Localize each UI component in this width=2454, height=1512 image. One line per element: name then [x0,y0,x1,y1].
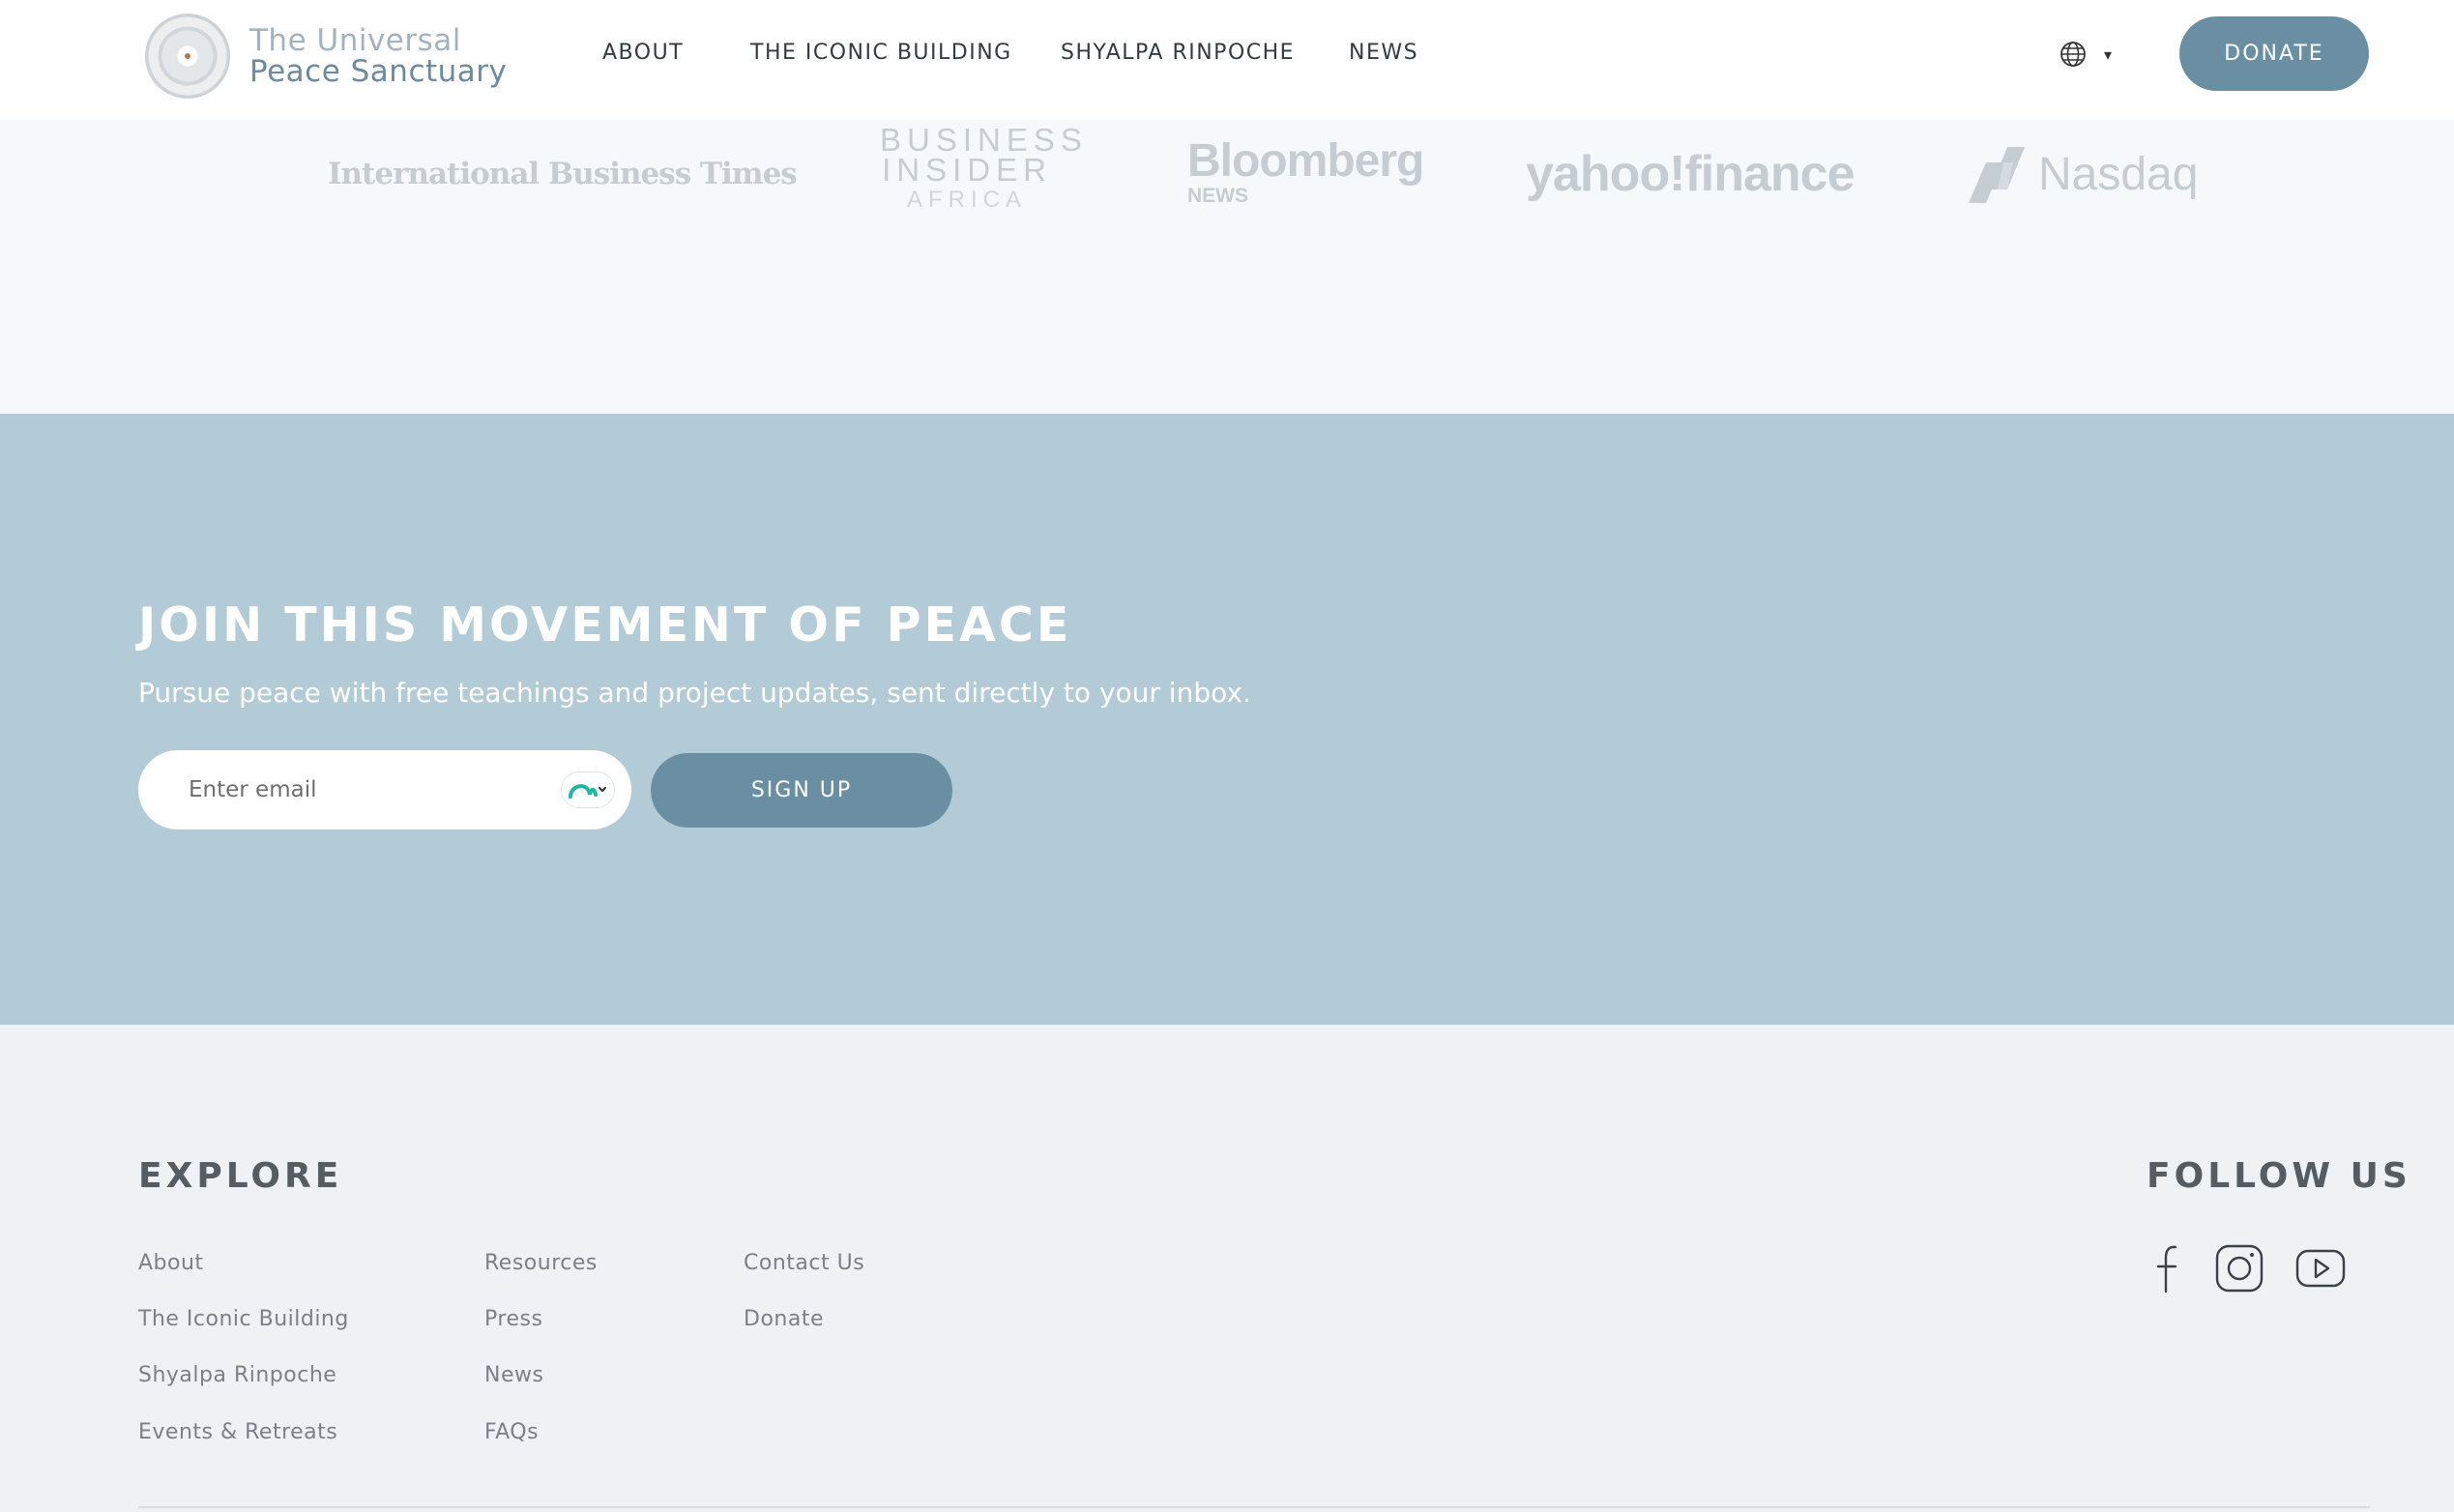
nav-iconic-building[interactable]: THE ICONIC BUILDING [750,41,1012,65]
password-manager-logo-icon [569,784,606,799]
language-selector[interactable]: ▾ [2058,39,2112,70]
nav-about[interactable]: ABOUT [602,41,684,65]
footer-link-about[interactable]: About [138,1251,204,1275]
password-manager-icon[interactable] [561,771,615,808]
follow-us-heading: FOLLOW US [2147,1156,2411,1196]
footer-link-faqs[interactable]: FAQs [484,1420,539,1444]
press-logos: International Business Times BUSINESS IN… [0,120,2454,414]
mandala-logo-icon [145,14,230,99]
footer-link-press[interactable]: Press [484,1307,542,1331]
business-insider-logo: BUSINESS INSIDER AFRICA [880,124,1082,213]
site-logo[interactable]: The Universal Peace Sanctuary [145,14,507,99]
facebook-icon [2156,1245,2177,1294]
footer-divider [138,1506,2370,1508]
nasdaq-logo: Nasdaq [1965,143,2198,205]
bloomberg-line-1: Bloomberg [1187,135,1424,187]
facebook-link[interactable] [2143,1241,2197,1299]
sign-up-button[interactable]: SIGN UP [651,753,952,828]
footer-link-contact-us[interactable]: Contact Us [744,1251,864,1275]
logo-text: The Universal Peace Sanctuary [249,22,508,89]
nasdaq-wordmark: Nasdaq [2038,148,2199,200]
bi-line-2: INSIDER [882,152,1052,188]
footer-link-resources[interactable]: Resources [484,1251,598,1275]
email-field[interactable] [189,750,537,829]
logo-line-1: The Universal [249,22,461,58]
youtube-link[interactable] [2293,1241,2348,1299]
site-footer: EXPLORE About The Iconic Building Shyalp… [0,1025,2454,1512]
nasdaq-mark-icon [1969,147,2025,203]
bi-line-3: AFRICA [906,187,1027,213]
newsletter-title: JOIN THIS MOVEMENT OF PEACE [138,597,1072,653]
footer-link-events-retreats[interactable]: Events & Retreats [138,1420,337,1444]
footer-link-donate[interactable]: Donate [744,1307,824,1331]
instagram-icon [2215,1244,2264,1293]
bloomberg-line-2: NEWS [1187,185,1248,207]
logo-line-2: Peace Sanctuary [249,53,508,89]
bloomberg-logo: Bloomberg NEWS [1187,135,1424,207]
donate-button[interactable]: DONATE [2179,16,2369,91]
chevron-down-icon: ▾ [2104,44,2113,64]
site-header: The Universal Peace Sanctuary ABOUT THE … [0,0,2454,120]
footer-link-iconic-building[interactable]: The Iconic Building [138,1307,349,1331]
ibt-logo: International Business Times [328,157,798,191]
footer-link-news[interactable]: News [484,1363,543,1387]
globe-icon [2060,42,2086,67]
yahoo-finance-logo: yahoo!finance [1526,146,1855,202]
nav-shyalpa-rinpoche[interactable]: SHYALPA RINPOCHE [1061,41,1295,65]
youtube-icon [2295,1249,2346,1288]
instagram-link[interactable] [2212,1241,2266,1299]
email-field-wrapper [138,750,631,829]
newsletter-section: JOIN THIS MOVEMENT OF PEACE Pursue peace… [0,414,2454,1025]
newsletter-subtitle: Pursue peace with free teachings and pro… [138,677,1251,709]
footer-link-shyalpa-rinpoche[interactable]: Shyalpa Rinpoche [138,1363,336,1387]
nav-news[interactable]: NEWS [1349,41,1418,65]
explore-heading: EXPLORE [138,1156,343,1196]
